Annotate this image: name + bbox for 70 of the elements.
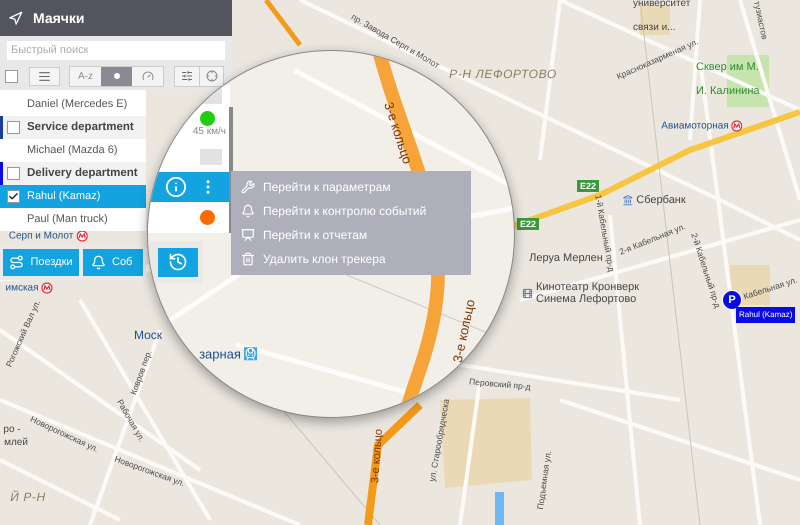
group-name: Service department xyxy=(27,120,134,135)
menu-item[interactable]: Перейти к отчетам xyxy=(231,223,471,247)
speed-text: 45 км/ч xyxy=(192,126,226,138)
events-button[interactable]: Соб xyxy=(83,249,143,276)
locate-button[interactable] xyxy=(200,66,223,86)
map-label: Й Р-Н xyxy=(10,490,46,504)
tracker-map-label[interactable]: Rahul (Kamaz) xyxy=(736,307,796,323)
gauge-icon xyxy=(142,70,154,82)
bell-icon xyxy=(91,255,106,270)
map-label: Авиамоторная xyxy=(661,120,729,132)
sidebar-title: Маячки xyxy=(33,8,85,28)
film-icon xyxy=(522,288,533,298)
tracker-row[interactable]: Rahul (Kamaz) xyxy=(0,185,146,208)
checkbox[interactable] xyxy=(5,70,18,82)
checkbox[interactable] xyxy=(7,190,20,203)
tracker-name: Paul (Man truck) xyxy=(27,212,108,228)
tracker-name: Michael (Mazda 6) xyxy=(27,143,118,158)
map-label: ро - xyxy=(3,424,21,435)
sort-tab[interactable] xyxy=(132,66,163,86)
menu-item[interactable]: Перейти к параметрам xyxy=(231,175,471,199)
map-label: 3-е кольцо xyxy=(448,298,479,364)
tracker-name: Daniel (Mercedes E) xyxy=(27,97,128,112)
train-icon xyxy=(244,348,257,360)
history-icon xyxy=(168,252,188,272)
metro-icon xyxy=(732,120,743,132)
menu-item[interactable]: Перейти к контролю событий xyxy=(231,199,471,223)
map-label: университет связи и... xyxy=(633,0,690,33)
filter-button[interactable] xyxy=(175,66,200,86)
map-label: млей xyxy=(4,437,28,448)
map-label: Сбербанк xyxy=(636,192,686,208)
map-label: 3-е кольцо xyxy=(369,428,385,484)
map-label: зарная xyxy=(199,345,241,364)
sliders-icon xyxy=(181,70,193,82)
map-label: Леруа Мерлен xyxy=(529,252,603,264)
map-label: Серп и Молот xyxy=(8,230,74,242)
sort-tab[interactable] xyxy=(101,66,132,86)
wrench-icon xyxy=(241,180,255,194)
list-view-button[interactable] xyxy=(29,66,60,86)
group-row[interactable]: Service department xyxy=(0,116,146,139)
group-name: Delivery department xyxy=(27,166,138,181)
trips-button[interactable]: Поездки xyxy=(3,249,79,276)
crosshair-icon xyxy=(206,70,218,82)
route-icon xyxy=(9,255,24,270)
history-button[interactable] xyxy=(158,248,198,276)
map-label: Подъемная ул. xyxy=(534,450,554,510)
menu-item[interactable]: Удалить клон трекера xyxy=(231,247,471,271)
map-label: имская xyxy=(5,282,39,294)
sort-tab[interactable]: A-z xyxy=(70,66,101,86)
navigation-icon xyxy=(8,10,23,26)
trash-icon xyxy=(241,252,255,266)
map-label: 3-е кольцо xyxy=(380,100,416,166)
bank-icon xyxy=(622,194,634,206)
menu-icon xyxy=(38,70,51,82)
map-label: тузиастов xyxy=(752,0,770,40)
bell-icon xyxy=(241,204,255,218)
highway-badge: E22 xyxy=(577,180,599,192)
tracker-name: Rahul (Kamaz) xyxy=(27,189,100,204)
search-field[interactable]: Быстрый поиск xyxy=(7,40,225,60)
check-icon xyxy=(8,191,19,202)
checkbox[interactable] xyxy=(7,121,20,134)
map-label: Сквер им М. И. Калинина xyxy=(696,61,760,97)
map-label: Перовский пр-д xyxy=(468,376,532,392)
presentation-icon xyxy=(241,228,255,242)
map-label: Р-Н ЛЕФОРТОВО xyxy=(449,67,557,81)
highway-badge: E22 xyxy=(517,218,539,230)
info-icon[interactable] xyxy=(165,176,187,198)
map-label: Кинотеатр Кронверк Синема Лефортово xyxy=(536,281,640,305)
map-label: Моск xyxy=(134,328,162,342)
group-row[interactable]: Delivery department xyxy=(0,162,146,185)
checkbox[interactable] xyxy=(7,167,20,180)
